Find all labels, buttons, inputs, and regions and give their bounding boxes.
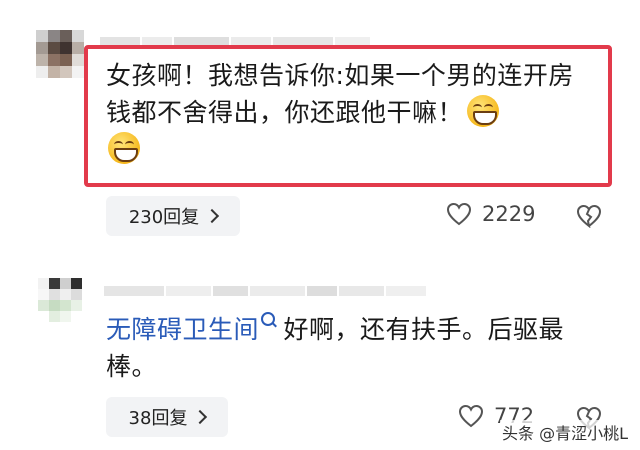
like-count: 2229 — [482, 202, 536, 226]
replies-label: 38回复 — [128, 408, 188, 429]
comment-body: 女孩啊！我想告诉你:如果一个男的连开房钱都不舍得出，你还跟他干嘛！ — [106, 57, 586, 168]
heart-icon — [458, 404, 484, 428]
avatar[interactable] — [36, 30, 84, 78]
replies-button[interactable]: 38回复 — [106, 397, 228, 437]
chevron-right-icon — [205, 208, 220, 224]
username-blurred[interactable] — [104, 286, 426, 296]
avatar[interactable] — [38, 278, 82, 322]
replies-button[interactable]: 230回复 — [106, 196, 240, 236]
like-button[interactable]: 2229 — [446, 202, 535, 226]
watermark: 头条 @青涩小桃L — [500, 420, 631, 444]
comment-text: 女孩啊！我想告诉你:如果一个男的连开房钱都不舍得出，你还跟他干嘛！ — [106, 61, 574, 127]
comment-body: 无障碍卫生间 好啊，还有扶手。后驱最棒。 — [106, 311, 606, 385]
heart-icon — [446, 202, 472, 226]
dislike-button[interactable] — [576, 204, 602, 228]
search-icon — [261, 312, 276, 326]
replies-label: 230回复 — [128, 207, 200, 228]
chevron-right-icon — [193, 409, 208, 425]
grinning-face-icon — [108, 132, 140, 164]
grinning-face-icon — [467, 95, 500, 127]
topic-link[interactable]: 无障碍卫生间 — [106, 315, 259, 344]
